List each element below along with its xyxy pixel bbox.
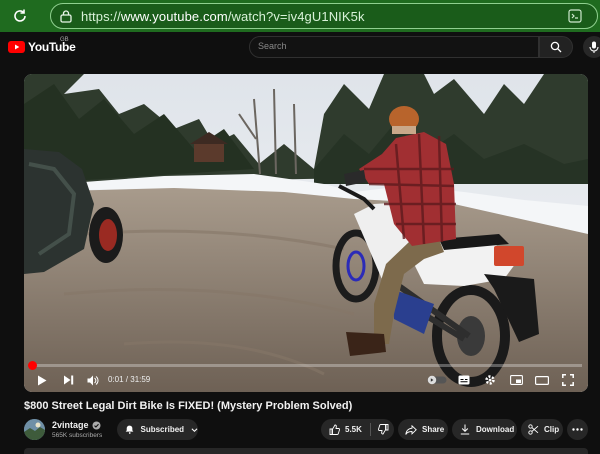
play-button[interactable] bbox=[34, 368, 50, 392]
dislike-button[interactable] bbox=[377, 424, 389, 435]
fullscreen-button[interactable] bbox=[560, 368, 576, 392]
youtube-play-icon bbox=[8, 41, 25, 53]
subscriber-count: 565K subscribers bbox=[52, 432, 103, 439]
more-actions-button[interactable] bbox=[567, 419, 588, 440]
more-horizontal-icon bbox=[572, 428, 583, 431]
progress-bar[interactable] bbox=[27, 361, 582, 370]
like-count: 5.5K bbox=[345, 425, 362, 434]
settings-button[interactable] bbox=[482, 368, 498, 392]
miniplayer-button[interactable] bbox=[508, 368, 524, 392]
avatar-image bbox=[24, 419, 45, 440]
skip-next-icon bbox=[63, 375, 73, 385]
verified-icon bbox=[92, 421, 101, 429]
reader-mode-icon[interactable] bbox=[567, 8, 583, 29]
subscribed-label: Subscribed bbox=[140, 425, 185, 434]
like-separator bbox=[369, 423, 371, 436]
search-button[interactable] bbox=[539, 36, 573, 58]
reload-icon bbox=[14, 9, 26, 22]
player-controls: 0:01 / 31:59 bbox=[24, 368, 588, 392]
download-label: Download bbox=[476, 425, 515, 434]
site-info-icon[interactable] bbox=[51, 9, 81, 23]
channel-name[interactable]: 2vintage bbox=[52, 420, 101, 430]
subtitles-button[interactable] bbox=[456, 368, 472, 392]
video-frame bbox=[24, 74, 588, 392]
subtitles-icon bbox=[458, 375, 470, 385]
next-button[interactable] bbox=[60, 368, 76, 392]
region-code: GB bbox=[60, 37, 69, 43]
search-icon bbox=[550, 41, 562, 53]
thumbs-up-icon bbox=[329, 424, 340, 435]
download-icon bbox=[460, 424, 470, 435]
theater-mode-button[interactable] bbox=[534, 368, 550, 392]
chevron-down-icon bbox=[191, 427, 198, 432]
microphone-icon bbox=[589, 41, 599, 53]
address-bar[interactable]: https://www.youtube.com/watch?v=iv4gU1NI… bbox=[50, 3, 598, 29]
volume-button[interactable] bbox=[85, 368, 101, 392]
channel-avatar[interactable] bbox=[24, 419, 45, 440]
subscribed-button[interactable]: Subscribed bbox=[117, 419, 198, 440]
volume-icon bbox=[87, 375, 99, 385]
youtube-header: YouTube GB Search bbox=[0, 32, 600, 62]
like-button[interactable]: 5.5K bbox=[329, 424, 362, 435]
like-dislike-group: 5.5K bbox=[321, 419, 394, 440]
video-title: $800 Street Legal Dirt Bike Is FIXED! (M… bbox=[24, 400, 353, 412]
channel-name-text: 2vintage bbox=[52, 420, 89, 430]
share-button[interactable]: Share bbox=[398, 419, 448, 440]
share-label: Share bbox=[422, 425, 445, 434]
autoplay-toggle-icon bbox=[427, 375, 447, 385]
miniplayer-icon bbox=[509, 375, 523, 385]
search-placeholder: Search bbox=[258, 41, 287, 51]
clip-label: Clip bbox=[544, 425, 560, 434]
bell-icon bbox=[125, 425, 134, 434]
url-text: https://www.youtube.com/watch?v=iv4gU1NI… bbox=[81, 8, 365, 24]
thumbs-down-icon bbox=[377, 424, 389, 435]
gear-icon bbox=[485, 375, 495, 385]
scissors-icon bbox=[528, 424, 539, 435]
play-icon bbox=[38, 375, 47, 385]
time-display: 0:01 / 31:59 bbox=[108, 375, 151, 384]
reload-button[interactable] bbox=[0, 0, 40, 32]
share-icon bbox=[405, 424, 417, 435]
video-player[interactable]: 0:01 / 31:59 bbox=[24, 74, 588, 392]
autoplay-toggle[interactable] bbox=[426, 368, 448, 392]
download-button[interactable]: Download bbox=[452, 419, 517, 440]
fullscreen-icon bbox=[562, 374, 574, 386]
description-box-edge bbox=[24, 448, 588, 454]
clip-button[interactable]: Clip bbox=[521, 419, 563, 440]
theater-mode-icon bbox=[535, 375, 549, 385]
voice-search-button[interactable] bbox=[583, 36, 600, 58]
search-input[interactable]: Search bbox=[249, 36, 539, 58]
browser-toolbar: https://www.youtube.com/watch?v=iv4gU1NI… bbox=[0, 0, 600, 32]
